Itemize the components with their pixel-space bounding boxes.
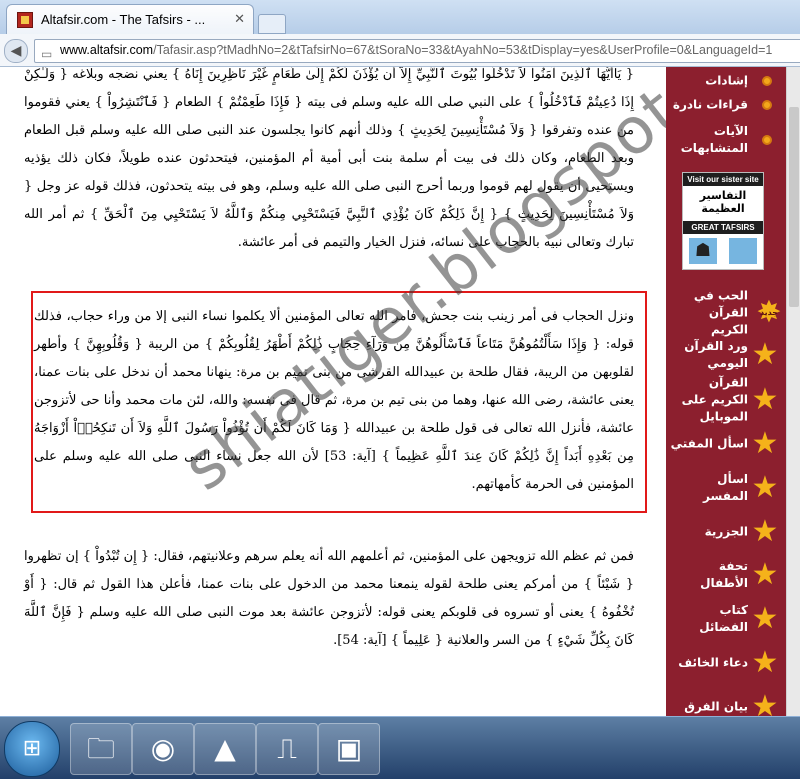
sidebar-item-love-in-quran[interactable]: الحب في القرآن الكريم ✸ جديد	[666, 289, 786, 337]
pdf-reader-icon[interactable]: ⎍	[256, 723, 318, 775]
sidebar-item-rare-readings[interactable]: قراءات نادرة	[666, 85, 786, 125]
windows-explorer-icon[interactable]: 🗀	[70, 723, 132, 775]
star-icon: ★	[751, 337, 779, 372]
tafsir-content: { يَاأَيُّهَا ٱلَّذِينَ آمَنُواْ لاَ تَد…	[0, 67, 666, 716]
star-icon: ★	[751, 601, 779, 636]
apple-icon[interactable]	[729, 238, 757, 264]
photo-viewer-icon[interactable]: ▣	[318, 723, 380, 775]
star-icon: ★	[751, 645, 779, 680]
sidebar-item-label: الآيات المتشابهات	[680, 124, 748, 155]
sidebar-item-label: كتاب الفضائل	[699, 603, 748, 634]
sidebar-item-quran-mobile[interactable]: القرآن الكريم على الموبايل ★	[666, 375, 786, 424]
sidebar-item-label: الجزرية	[704, 524, 748, 539]
tab-close-icon[interactable]: ✕	[234, 11, 245, 27]
tab-title: Altafsir.com - The Tafsirs - ...	[41, 12, 206, 27]
windows-taskbar: ⊞ 🗀 ◉ ▲ ⎍ ▣	[0, 716, 800, 779]
bullet-icon	[762, 135, 772, 145]
sidebar-item-label: ورد القرآن اليومي	[684, 339, 748, 370]
firefox-icon[interactable]: ◉	[132, 723, 194, 775]
start-button[interactable]: ⊞	[4, 721, 60, 777]
star-icon: ★	[751, 470, 779, 505]
sidebar-item-ask-mufti[interactable]: اسأل المفتي ★	[666, 424, 786, 464]
url-path: /Tafasir.asp?tMadhNo=2&tTafsirNo=67&tSor…	[153, 43, 773, 57]
sidebar-item-tuhfat-al-atfal[interactable]: تحفة الأطفال ★	[666, 555, 786, 595]
great-tafsirs-banner[interactable]: Visit our sister site التفاسير العظيمة G…	[682, 172, 764, 270]
sidebar-item-jazariyya[interactable]: الجزرية ★	[666, 512, 786, 552]
star-icon: ★	[751, 382, 779, 417]
vertical-scrollbar[interactable]	[786, 67, 800, 716]
altafsir-favicon-icon	[17, 12, 33, 28]
bullet-icon	[762, 100, 772, 110]
page-icon: ▭	[41, 47, 53, 61]
sidebar-item-label: قراءات نادرة	[672, 97, 748, 112]
scrollbar-thumb[interactable]	[789, 107, 799, 307]
android-icon[interactable]: ☗	[689, 238, 717, 264]
sidebar-item-book-of-virtues[interactable]: كتاب الفضائل ★	[666, 599, 786, 639]
new-badge-text: جديد	[759, 308, 778, 317]
star-icon: ★	[751, 514, 779, 549]
sidebar-item-label: بيان الفرق	[684, 699, 748, 714]
sidebar-item-ask-mufassir[interactable]: اسأل المفسر ★	[666, 468, 786, 508]
sidebar-item-label: اسأل المفسر	[703, 472, 748, 503]
promo-arabic-title: التفاسير العظيمة	[699, 189, 747, 215]
sidebar-item-label: دعاء الخائف	[678, 655, 748, 670]
star-icon: ★	[751, 426, 779, 461]
sidebar-item-dua-al-khaif[interactable]: دعاء الخائف ★	[666, 643, 786, 683]
url-text[interactable]: www.altafsir.com/Tafasir.asp?tMadhNo=2&t…	[60, 43, 772, 57]
sidebar-item-label: القرآن الكريم على الموبايل	[681, 375, 748, 424]
new-badge-icon: ✸ جديد	[754, 298, 784, 328]
browser-tabbar: Altafsir.com - The Tafsirs - ... ✕	[0, 0, 800, 35]
promo-heading: Visit our sister site	[683, 173, 763, 186]
url-domain: www.altafsir.com	[60, 43, 154, 57]
sidebar-item-label: الحب في القرآن الكريم	[693, 288, 748, 337]
back-arrow-icon[interactable]: ◀	[4, 39, 28, 63]
sidebar-item-label: اسأل المفتي	[670, 436, 748, 451]
promo-icons: ☗	[683, 238, 763, 264]
star-icon: ★	[751, 557, 779, 592]
new-tab-button[interactable]	[258, 14, 286, 34]
tafsir-paragraph-3: فمن ثم عظم الله تزويجهن على المؤمنين، ثم…	[24, 549, 634, 648]
vlc-icon[interactable]: ▲	[194, 723, 256, 775]
browser-tab[interactable]: Altafsir.com - The Tafsirs - ... ✕	[6, 4, 254, 35]
sidebar-item-label: تحفة الأطفال	[700, 559, 748, 590]
sidebar: إشادات قراءات نادرة الآيات المتشابهات Vi…	[666, 67, 786, 722]
sidebar-item-daily-wird[interactable]: ورد القرآن اليومي ★	[666, 334, 786, 376]
sidebar-item-similar-verses[interactable]: الآيات المتشابهات	[666, 120, 786, 160]
promo-english-title: GREAT TAFSIRS	[683, 221, 763, 234]
